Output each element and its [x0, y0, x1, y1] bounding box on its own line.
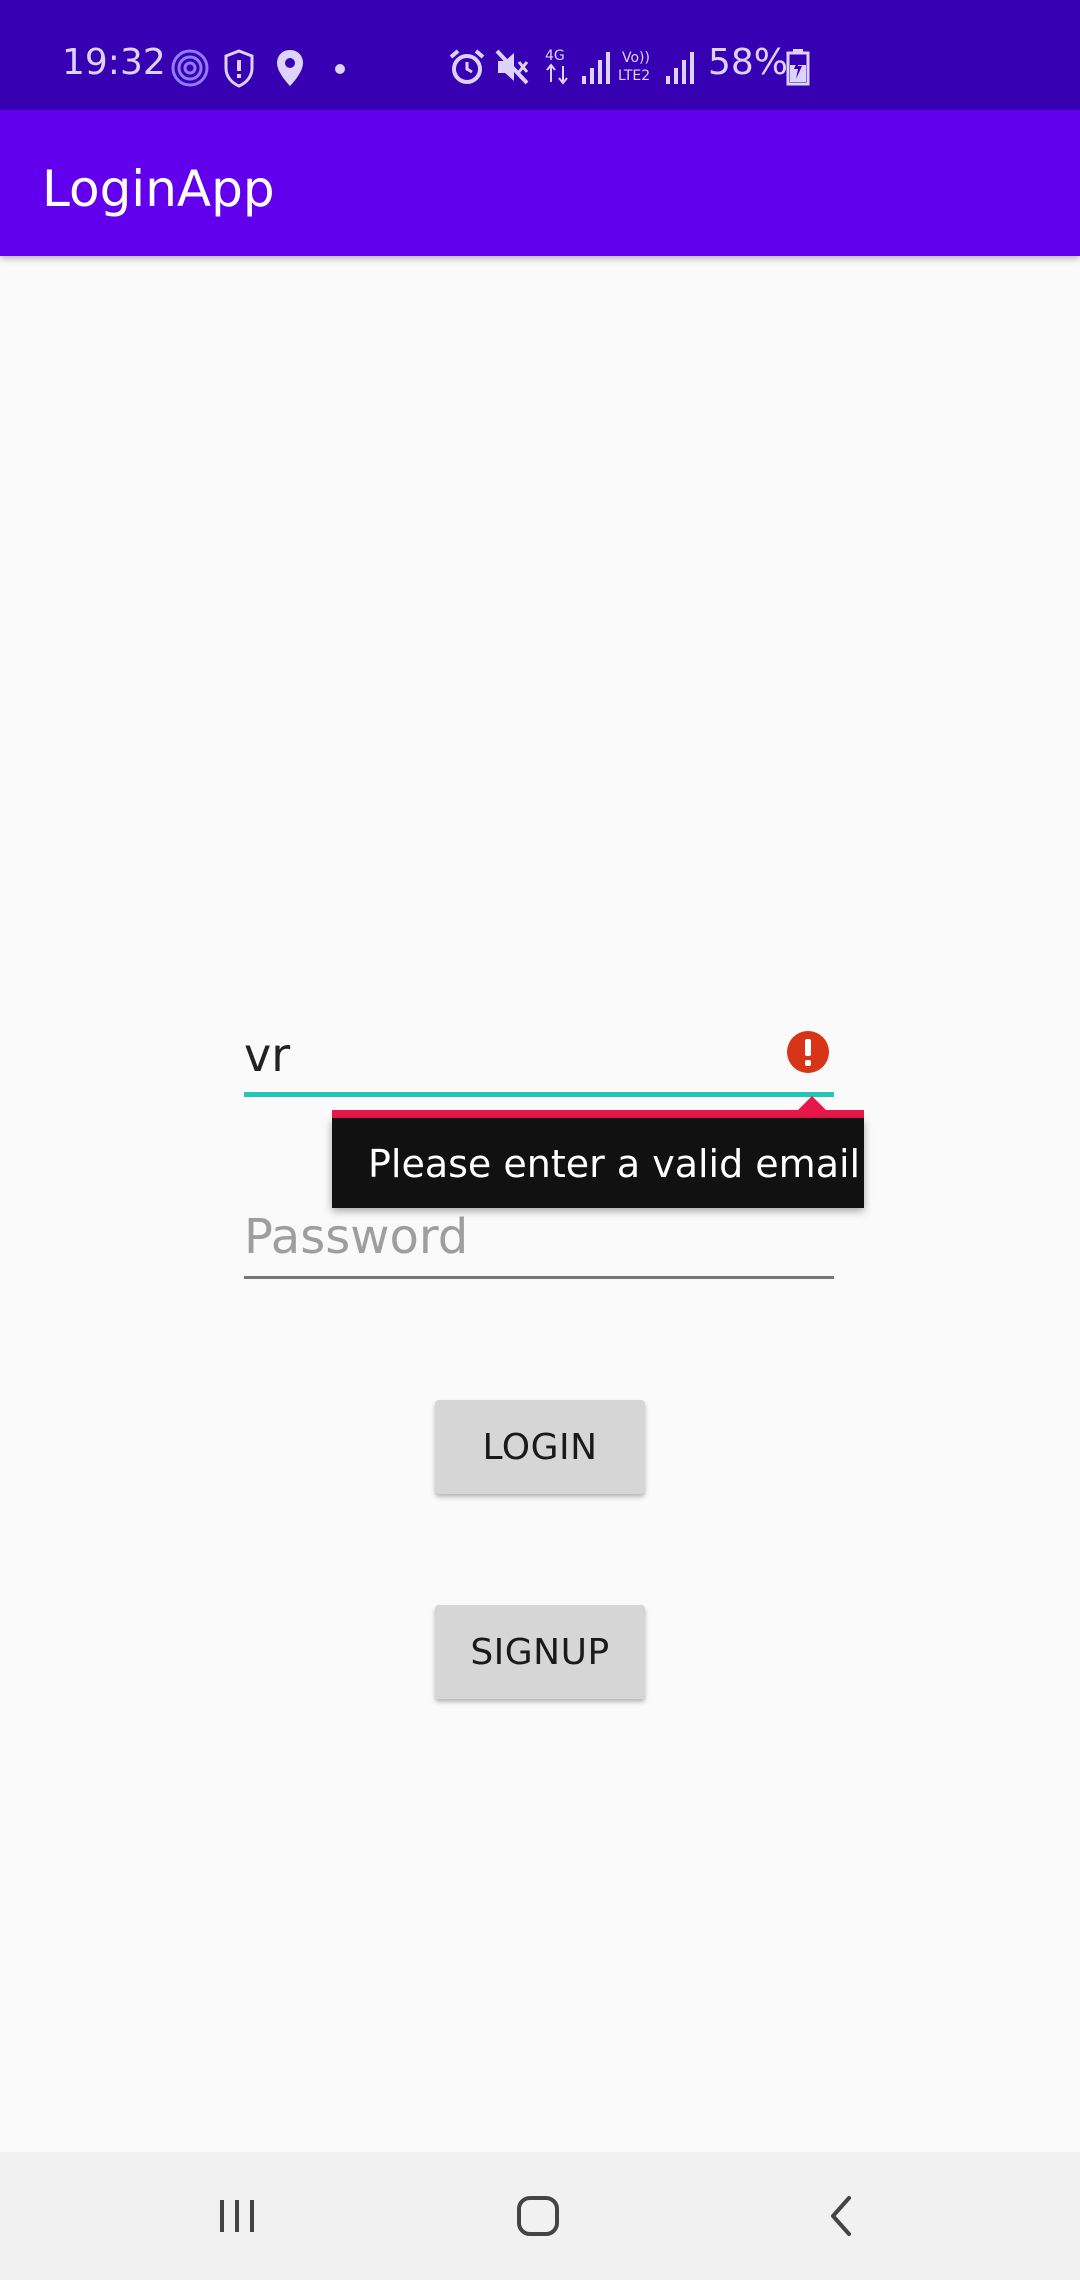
password-field[interactable] — [244, 1200, 836, 1280]
login-button[interactable]: LOGIN — [435, 1400, 645, 1494]
email-field[interactable]: vr — [244, 1010, 836, 1097]
dot-icon — [334, 60, 346, 79]
svg-text:Vo)): Vo)) — [622, 50, 650, 66]
signup-button[interactable]: SIGNUP — [435, 1605, 645, 1699]
recent-apps-icon[interactable] — [214, 2192, 262, 2245]
navigation-bar — [0, 2152, 1080, 2280]
signal-icon — [580, 48, 614, 90]
app-bar: LoginApp — [0, 110, 1080, 256]
volte-icon: Vo)) LTE2 — [618, 46, 662, 90]
error-tooltip-bar — [332, 1110, 864, 1118]
fingerprint-icon — [170, 48, 210, 92]
email-input-value[interactable]: vr — [244, 1028, 290, 1082]
signal-icon — [664, 48, 698, 90]
screen: 19:32 4G Vo)) LTE2 58% LoginApp vr Pleas… — [0, 0, 1080, 2280]
status-bar: 19:32 4G Vo)) LTE2 58% — [0, 0, 1080, 110]
4g-icon: 4G — [544, 46, 570, 90]
back-icon[interactable] — [818, 2192, 866, 2245]
error-message: Please enter a valid email — [368, 1142, 861, 1186]
status-time: 19:32 — [62, 42, 166, 83]
mute-icon — [494, 48, 530, 90]
error-tooltip: Please enter a valid email — [332, 1096, 864, 1208]
battery-icon — [786, 48, 810, 90]
svg-text:4G: 4G — [545, 48, 565, 64]
shield-icon — [222, 48, 256, 92]
app-title: LoginApp — [42, 160, 275, 218]
location-icon — [274, 48, 306, 92]
home-icon[interactable] — [514, 2192, 562, 2245]
password-underline — [244, 1276, 834, 1279]
error-icon[interactable] — [786, 1030, 830, 1074]
email-underline — [244, 1092, 834, 1097]
svg-text:LTE2: LTE2 — [618, 68, 650, 84]
battery-percent: 58% — [708, 42, 789, 83]
password-input[interactable] — [244, 1200, 834, 1274]
alarm-icon — [448, 48, 486, 90]
error-tooltip-body: Please enter a valid email — [332, 1118, 864, 1208]
